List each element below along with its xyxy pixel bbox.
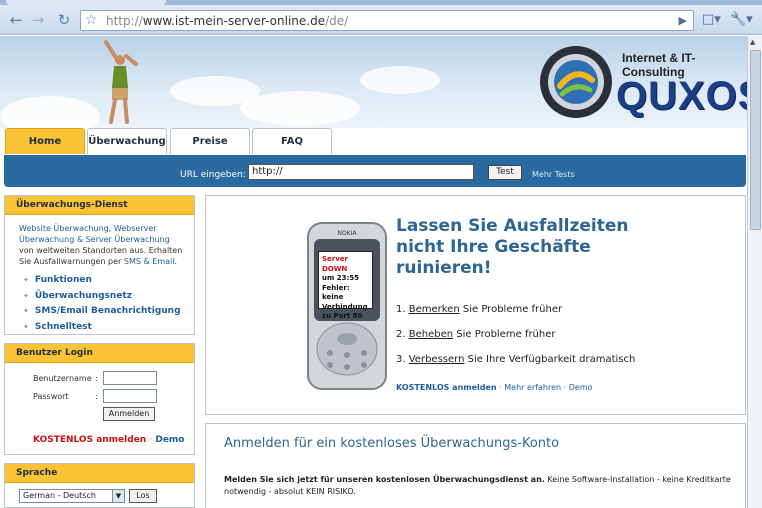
site-header: Internet & IT-Consulting QUXOS xyxy=(0,36,762,128)
url-path: /de/ xyxy=(325,14,349,28)
login-button[interactable]: Anmelden xyxy=(103,407,155,421)
login-links: KOSTENLOS anmelden · Demo xyxy=(33,435,185,445)
service-links: Funktionen Überwachungsnetz SMS/Email Be… xyxy=(5,267,194,335)
url-prefix: http:// xyxy=(106,14,143,28)
hero-free-signup-link[interactable]: KOSTENLOS anmelden xyxy=(396,383,497,392)
scroll-up-icon[interactable]: ▲ xyxy=(750,38,755,46)
quxos-logo[interactable]: Internet & IT-Consulting QUXOS xyxy=(536,42,762,122)
sidebar-link-schnelltest[interactable]: Schnelltest xyxy=(23,320,194,336)
sidebar-link-sms-email[interactable]: SMS/Email Benachrichtigung xyxy=(23,304,194,320)
address-text[interactable]: http://www.ist-mein-server-online.de/de/ xyxy=(106,14,348,28)
url-test-label: URL eingeben: xyxy=(180,170,246,180)
hero-steps: 1. Bemerken Sie Probleme früher 2. Beheb… xyxy=(396,304,635,379)
sidebar-link-funktionen[interactable]: Funktionen xyxy=(23,273,194,289)
step-item: 3. Verbessern Sie Ihre Verfügbarkeit dra… xyxy=(396,354,636,365)
language-box-title: Sprache xyxy=(5,464,194,483)
register-box: Anmelden für ein kostenloses Überwachung… xyxy=(205,423,746,508)
hero-box: NOKIA Server DOWN um 23:55 Fehler: keine… xyxy=(205,195,746,415)
logo-name: QUXOS xyxy=(616,74,762,118)
password-label: Passwort: xyxy=(33,392,98,401)
scrollbar-thumb[interactable] xyxy=(750,50,761,230)
demo-link[interactable]: Demo xyxy=(155,435,184,445)
hero-demo-link[interactable]: Demo xyxy=(569,383,593,392)
tab-faq[interactable]: FAQ xyxy=(252,128,332,154)
test-button[interactable]: Test xyxy=(488,165,522,180)
go-icon[interactable]: ▶ xyxy=(679,14,687,27)
reload-icon[interactable]: ↻ xyxy=(54,11,74,29)
jumping-person-image xyxy=(104,40,138,124)
hero-title: Lassen Sie Ausfallzeiten nicht Ihre Gesc… xyxy=(396,216,629,278)
service-description: Website Überwachung, Webserver Überwachu… xyxy=(19,224,183,266)
register-text: Melden Sie sich jetzt für unseren kosten… xyxy=(224,475,731,496)
step-item: 1. Bemerken Sie Probleme früher xyxy=(396,304,563,315)
page-scrollbar[interactable]: ▲ xyxy=(747,36,762,508)
language-box: Sprache German - Deutsch ▼ Los xyxy=(4,463,195,508)
hero-links: KOSTENLOS anmelden · Mehr erfahren · Dem… xyxy=(396,383,593,392)
login-box-title: Benutzer Login xyxy=(5,344,194,363)
service-box-title: Überwachungs-Dienst xyxy=(5,196,194,215)
phone-brand: NOKIA xyxy=(337,230,357,237)
address-bar[interactable]: ☆ http://www.ist-mein-server-online.de/d… xyxy=(80,10,694,31)
phone-screen-alert: Server DOWN um 23:55 Fehler: keine Verbi… xyxy=(318,251,373,320)
wrench-icon[interactable]: 🔧▾ xyxy=(730,12,753,27)
back-icon[interactable]: ← xyxy=(6,11,26,29)
password-input[interactable] xyxy=(103,389,157,403)
tab-ueberwachung[interactable]: Überwachung xyxy=(87,128,167,154)
chevron-down-icon: ▼ xyxy=(112,490,124,502)
username-label: Benutzername: xyxy=(33,374,98,383)
language-go-button[interactable]: Los xyxy=(129,489,157,503)
sidebar-link-ueberwachungsnetz[interactable]: Überwachungsnetz xyxy=(23,289,194,305)
forward-icon[interactable]: → xyxy=(28,11,48,29)
url-host: www.ist-mein-server-online.de xyxy=(142,14,326,28)
username-input[interactable] xyxy=(103,371,157,385)
logo-emblem-icon xyxy=(540,46,612,118)
register-title: Anmelden für ein kostenloses Überwachung… xyxy=(224,436,560,451)
main-nav: Home Überwachung Preise FAQ xyxy=(0,128,762,154)
login-box: Benutzer Login Benutzername: Passwort: A… xyxy=(4,343,195,455)
sms-email-link[interactable]: SMS & Email xyxy=(124,257,175,266)
language-select[interactable]: German - Deutsch ▼ xyxy=(19,489,125,503)
bookmark-star-icon[interactable]: ☆ xyxy=(85,12,98,28)
learn-more-link[interactable]: Mehr erfahren xyxy=(504,383,561,392)
step-item: 2. Beheben Sie Probleme früher xyxy=(396,329,556,340)
free-signup-link[interactable]: KOSTENLOS anmelden xyxy=(33,435,146,445)
browser-toolbar: ← → ↻ ☆ http://www.ist-mein-server-onlin… xyxy=(0,5,762,35)
url-test-bar: URL eingeben: http:// Test Mehr Tests xyxy=(4,155,746,187)
url-test-input[interactable]: http:// xyxy=(248,164,474,180)
tab-home[interactable]: Home xyxy=(5,128,85,154)
website-monitoring-link[interactable]: Website Überwachung xyxy=(19,224,109,233)
tab-preise[interactable]: Preise xyxy=(170,128,250,154)
page-menu-icon[interactable]: □▾ xyxy=(702,12,721,27)
more-tests-link[interactable]: Mehr Tests xyxy=(532,170,575,179)
service-box: Überwachungs-Dienst Website Überwachung,… xyxy=(4,195,195,335)
